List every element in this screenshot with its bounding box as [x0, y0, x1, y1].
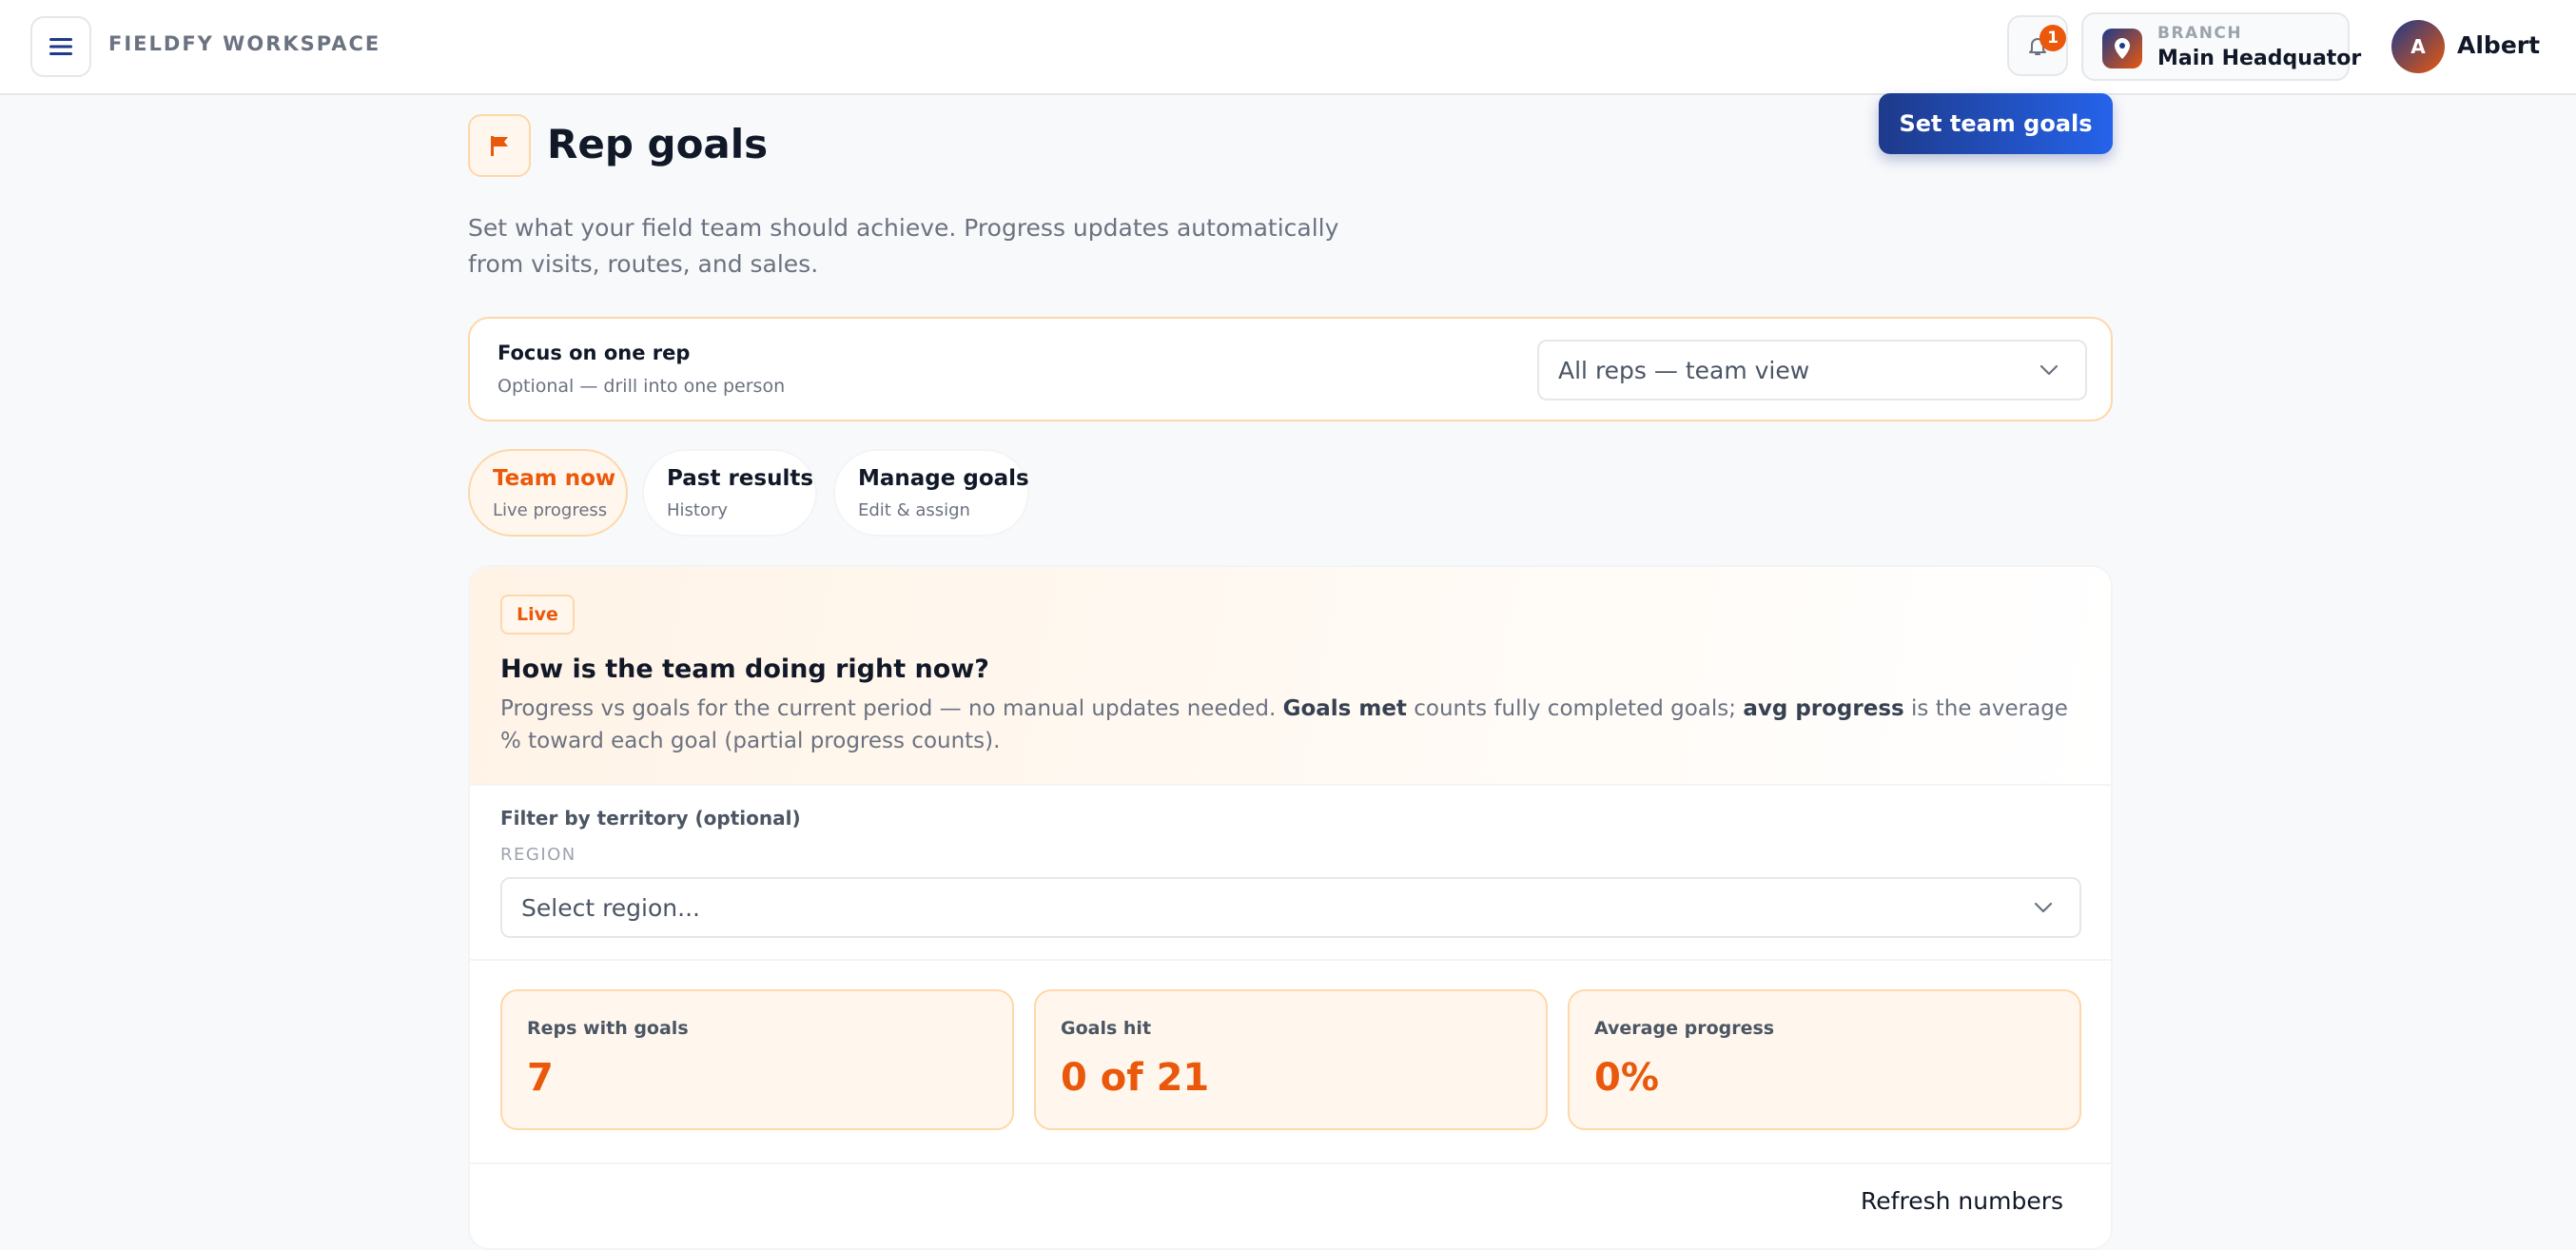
set-team-goals-button[interactable]: Set team goals [1879, 93, 2113, 154]
hamburger-icon [49, 38, 72, 55]
live-badge: Live [500, 595, 575, 635]
stat-label: Average progress [1594, 1018, 1775, 1039]
branch-selector[interactable]: BRANCH Main Headquator [2081, 12, 2361, 81]
menu-button[interactable] [30, 16, 91, 77]
tab-team-now[interactable]: Team now Live progress [468, 449, 628, 537]
avatar[interactable]: A [2391, 20, 2445, 73]
branch-label: BRANCH [2157, 24, 2243, 43]
chevron-down-icon [2034, 902, 2053, 913]
panel-description: Progress vs goals for the current period… [500, 696, 2068, 753]
panel-title: How is the team doing right now? [500, 654, 989, 684]
location-pin-icon [2102, 29, 2142, 68]
focus-rep-card: Focus on one rep Optional — drill into o… [468, 317, 2113, 421]
notifications-button[interactable]: 1 [2007, 15, 2068, 76]
chevron-down-icon [2039, 364, 2059, 376]
stat-goals-hit: Goals hit 0 of 21 [1034, 989, 1548, 1130]
panel-header: Live How is the team doing right now? Pr… [470, 567, 2111, 786]
rep-select[interactable]: All reps — team view [1537, 340, 2087, 400]
tab-sublabel: Edit & assign [858, 500, 970, 520]
page-intro: Set what your field team should achieve.… [468, 214, 1339, 278]
stat-value: 0% [1594, 1056, 1659, 1100]
divider [470, 1162, 2111, 1164]
top-bar: FIELDFY WORKSPACE 1 BRANCH Main Headquat… [0, 0, 2576, 95]
stat-value: 0 of 21 [1061, 1056, 1210, 1100]
workspace-brand: FIELDFY WORKSPACE [108, 32, 381, 55]
territory-filter-label: Filter by territory (optional) [500, 807, 801, 830]
tab-manage-goals[interactable]: Manage goals Edit & assign [833, 449, 1029, 537]
region-label: REGION [500, 845, 576, 865]
stat-value: 7 [527, 1056, 554, 1100]
divider [470, 959, 2111, 961]
tab-sublabel: History [667, 500, 729, 520]
branch-name: Main Headquator [2157, 47, 2362, 70]
notification-badge: 1 [2039, 25, 2066, 51]
tab-label: Past results [667, 466, 814, 491]
focus-title: Focus on one rep [498, 342, 691, 364]
region-select[interactable]: Select region... [500, 877, 2081, 938]
refresh-numbers-button[interactable]: Refresh numbers [1861, 1187, 2063, 1215]
tab-label: Team now [493, 466, 616, 491]
stat-reps-with-goals: Reps with goals 7 [500, 989, 1014, 1130]
user-name[interactable]: Albert [2457, 31, 2540, 59]
tab-past-results[interactable]: Past results History [642, 449, 817, 537]
tab-sublabel: Live progress [493, 500, 608, 520]
flag-icon [468, 114, 531, 177]
rep-select-value: All reps — team view [1558, 356, 1810, 384]
team-progress-panel: Live How is the team doing right now? Pr… [468, 565, 2113, 1250]
focus-subtitle: Optional — drill into one person [498, 376, 786, 397]
page-title: Rep goals [547, 121, 769, 167]
stat-label: Goals hit [1061, 1018, 1152, 1039]
region-select-placeholder: Select region... [521, 893, 700, 922]
stat-label: Reps with goals [527, 1018, 689, 1039]
tab-label: Manage goals [858, 466, 1029, 491]
stat-average-progress: Average progress 0% [1568, 989, 2081, 1130]
